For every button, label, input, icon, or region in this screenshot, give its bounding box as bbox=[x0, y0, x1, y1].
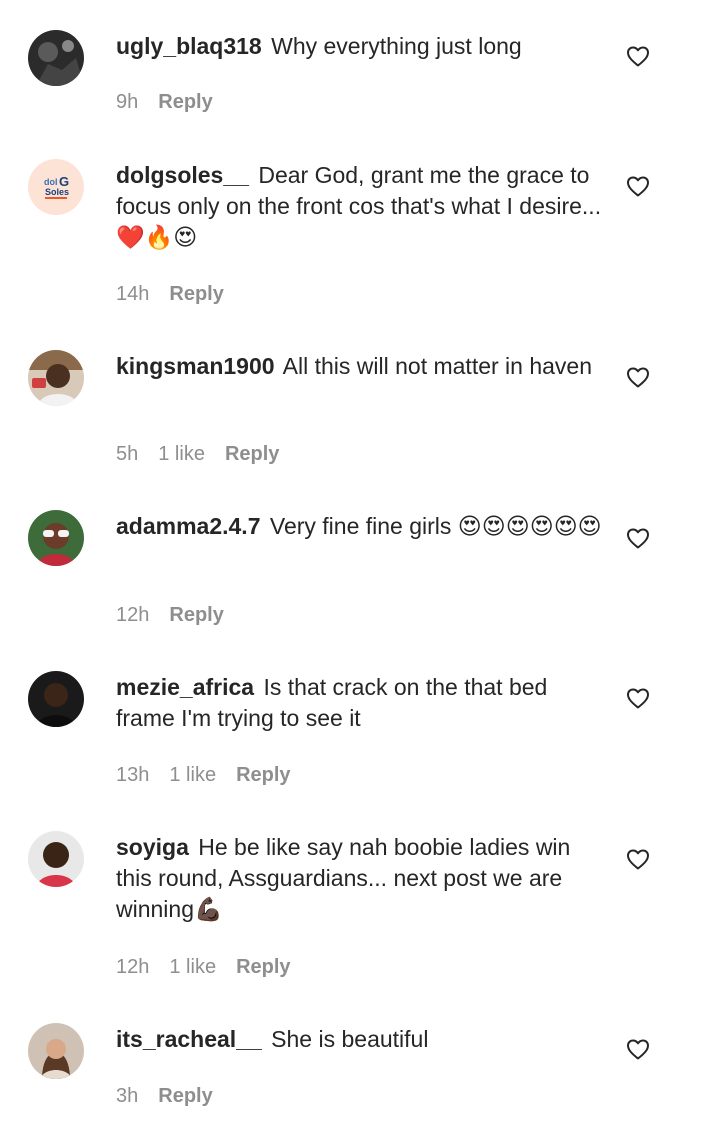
reply-button[interactable]: Reply bbox=[158, 90, 212, 114]
like-heart-icon[interactable] bbox=[626, 687, 650, 709]
comment-meta: 12h 1 like Reply bbox=[116, 955, 311, 979]
reply-button[interactable]: Reply bbox=[236, 955, 290, 979]
comment-time: 13h bbox=[116, 764, 150, 786]
comment-username[interactable]: dolgsoles__ bbox=[116, 162, 249, 188]
like-heart-icon[interactable] bbox=[626, 175, 650, 197]
comment-username[interactable]: soyiga bbox=[116, 834, 189, 860]
avatar[interactable] bbox=[28, 350, 84, 406]
avatar[interactable] bbox=[28, 30, 84, 86]
comment-text: Very fine fine girls 😍😍😍😍😍😍 bbox=[269, 513, 602, 539]
like-heart-icon[interactable] bbox=[626, 1038, 650, 1060]
comment-meta: 12h Reply bbox=[116, 603, 244, 627]
reply-button[interactable]: Reply bbox=[169, 282, 223, 306]
avatar[interactable] bbox=[28, 510, 84, 566]
comment-time: 12h bbox=[116, 604, 150, 626]
comment-time: 9h bbox=[116, 91, 139, 113]
comment-body: ugly_blaq318 Why everything just long bbox=[116, 31, 606, 62]
reply-button[interactable]: Reply bbox=[236, 763, 290, 787]
like-heart-icon[interactable] bbox=[626, 45, 650, 67]
comment-text: She is beautiful bbox=[271, 1026, 429, 1052]
comment-text: All this will not matter in haven bbox=[282, 353, 593, 379]
avatar[interactable] bbox=[28, 831, 84, 887]
comment-time: 5h bbox=[116, 443, 139, 465]
like-count[interactable]: 1 like bbox=[169, 763, 216, 787]
avatar[interactable] bbox=[28, 671, 84, 727]
avatar[interactable]: dol G Soles bbox=[28, 159, 84, 215]
comment-body: kingsman1900 All this will not matter in… bbox=[116, 351, 606, 382]
comment-meta: 14h Reply bbox=[116, 282, 244, 306]
like-count[interactable]: 1 like bbox=[158, 442, 205, 466]
reply-button[interactable]: Reply bbox=[158, 1084, 212, 1108]
svg-text:dol: dol bbox=[44, 177, 58, 187]
comment-body: adamma2.4.7 Very fine fine girls 😍😍😍😍😍😍 bbox=[116, 511, 606, 542]
svg-text:Soles: Soles bbox=[45, 187, 69, 197]
comment-username[interactable]: mezie_africa bbox=[116, 674, 254, 700]
like-heart-icon[interactable] bbox=[626, 527, 650, 549]
comment-meta: 3h Reply bbox=[116, 1084, 233, 1108]
comment-body: mezie_africa Is that crack on the that b… bbox=[116, 672, 606, 734]
comment-username[interactable]: its_racheal__ bbox=[116, 1026, 262, 1052]
reply-button[interactable]: Reply bbox=[225, 442, 279, 466]
comment-username[interactable]: kingsman1900 bbox=[116, 353, 275, 379]
like-heart-icon[interactable] bbox=[626, 366, 650, 388]
comment-meta: 13h 1 like Reply bbox=[116, 763, 311, 787]
comment-text: Why everything just long bbox=[271, 33, 522, 59]
comment-username[interactable]: adamma2.4.7 bbox=[116, 513, 260, 539]
comment-time: 14h bbox=[116, 283, 150, 305]
like-count[interactable]: 1 like bbox=[169, 955, 216, 979]
comment-body: its_racheal__ She is beautiful bbox=[116, 1024, 606, 1055]
comment-time: 12h bbox=[116, 956, 150, 978]
comments-screen: { "comments": [ { "username": "ugly_blaq… bbox=[0, 0, 720, 1121]
comment-username[interactable]: ugly_blaq318 bbox=[116, 33, 262, 59]
reply-button[interactable]: Reply bbox=[169, 603, 223, 627]
avatar[interactable] bbox=[28, 1023, 84, 1079]
comment-body: dolgsoles__ Dear God, grant me the grace… bbox=[116, 160, 606, 253]
like-heart-icon[interactable] bbox=[626, 848, 650, 870]
comment-meta: 5h 1 like Reply bbox=[116, 442, 299, 466]
comment-meta: 9h Reply bbox=[116, 90, 233, 114]
comment-body: soyiga He be like say nah boobie ladies … bbox=[116, 832, 606, 925]
comment-time: 3h bbox=[116, 1085, 139, 1107]
